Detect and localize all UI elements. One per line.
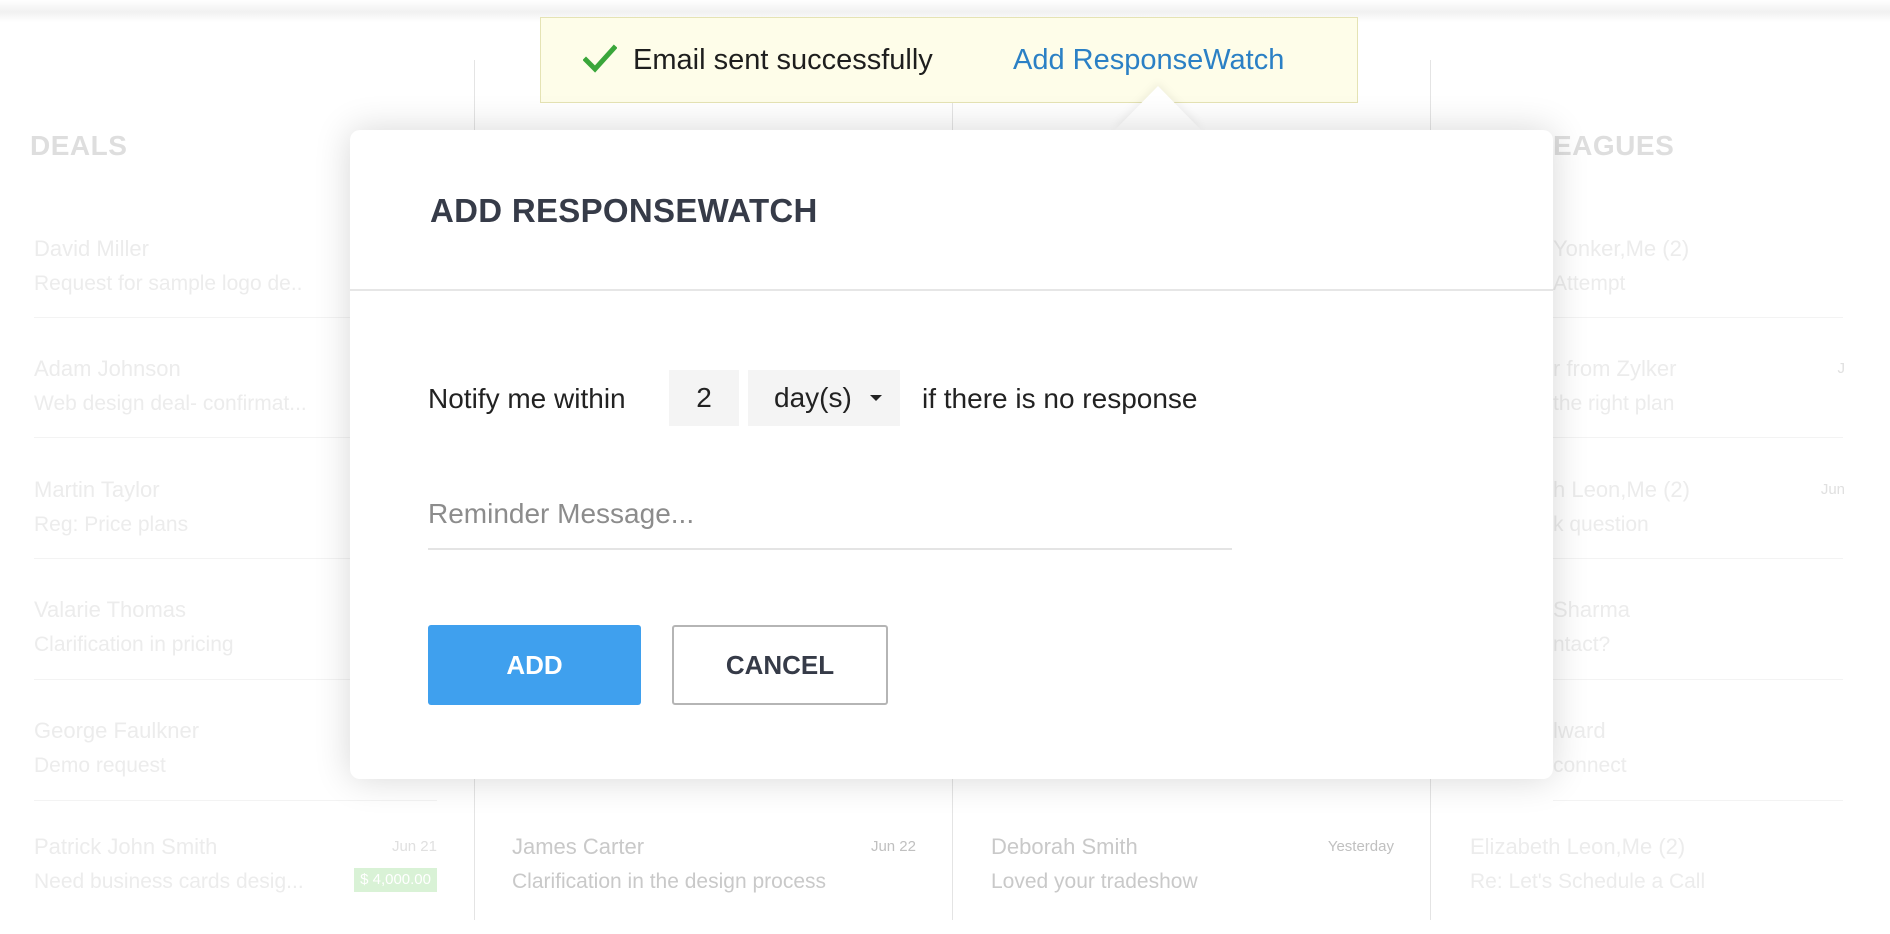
list-item[interactable]: h Leon,Me (2) k question Jun [1553,477,1845,577]
contact-name: h Leon,Me (2) [1553,477,1690,502]
item-subject: Web design deal- confirmat... [34,392,307,415]
popover-arrow [1114,86,1202,131]
item-subject: Reg: Price plans [34,513,189,536]
deal-amount-badge: $ 4,000.00 [354,868,437,892]
notify-prefix-label: Notify me within [428,383,626,414]
notify-suffix-label: if there is no response [922,383,1198,414]
row-separator [1553,800,1843,801]
item-date: Jun 22 [870,838,916,855]
contact-name: Adam Johnson [34,356,181,381]
cancel-button[interactable]: CANCEL [672,625,888,705]
contact-name: Elizabeth Leon,Me (2) [1470,834,1686,859]
contact-name: Sharma [1553,597,1631,622]
item-date: J [1837,360,1846,377]
item-subject: Need business cards desig... [34,870,304,893]
success-banner: Email sent successfully Add ResponseWatc… [540,17,1358,103]
item-subject: ntact? [1553,633,1611,656]
item-subject: connect [1553,754,1627,777]
item-date: Jun [1820,481,1845,498]
contact-name: Valarie Thomas [34,597,187,622]
contact-name: Yonker,Me (2) [1553,236,1690,261]
list-item[interactable]: lward connect [1553,718,1845,818]
item-date: Yesterday [1327,838,1394,855]
add-responsewatch-dialog: ADD RESPONSEWATCH Notify me within 2 day… [350,130,1553,779]
banner-message: Email sent successfully [633,44,933,76]
unit-selected-value: day(s) [774,382,852,413]
add-button[interactable]: ADD [428,625,641,705]
list-item[interactable]: Patrick John Smith Need business cards de… [34,834,437,934]
item-date: Jun 21 [391,838,437,855]
list-item[interactable]: Sharma ntact? [1553,597,1845,697]
item-subject: Clarification in pricing [34,633,234,656]
row-separator [1553,558,1843,559]
row-separator [34,800,437,801]
row-separator [1553,317,1843,318]
contact-name: r from Zylker [1553,356,1677,381]
item-subject: the right plan [1553,392,1675,415]
column-header-deals: DEALS [30,130,128,161]
column-header-colleagues: EAGUES [1553,130,1675,161]
amount-input[interactable]: 2 [669,370,739,426]
item-subject: Attempt [1553,272,1626,295]
reminder-message-input[interactable] [428,480,1232,550]
contact-name: Deborah Smith [991,834,1138,859]
list-item[interactable]: r from Zylker the right plan J [1553,356,1845,456]
contact-name: James Carter [512,834,645,859]
item-subject: Re: Let's Schedule a Call [1470,870,1706,893]
item-subject: Demo request [34,754,166,777]
contact-name: Patrick John Smith [34,834,218,859]
item-subject: Loved your tradeshow [991,870,1198,893]
list-item[interactable]: James Carter Jun 22 Clarification in the… [512,834,916,934]
list-item[interactable]: Deborah Smith Yesterday Loved your trade… [991,834,1394,934]
add-responsewatch-link[interactable]: Add ResponseWatch [1013,44,1284,77]
row-separator [1553,679,1843,680]
list-item[interactable]: Yonker,Me (2) Attempt [1553,236,1845,336]
unit-dropdown[interactable]: day(s) [748,370,900,426]
item-subject: Clarification in the design process [512,870,826,893]
contact-name: Martin Taylor [34,477,160,502]
row-separator [1553,437,1843,438]
item-subject: k question [1553,513,1649,536]
check-icon [583,44,617,73]
caret-down-icon [870,395,882,401]
dialog-divider [350,289,1553,291]
contact-name: lward [1553,718,1606,743]
list-item[interactable]: Elizabeth Leon,Me (2) Re: Let's Schedule … [1470,834,1845,934]
dialog-title: ADD RESPONSEWATCH [430,192,818,229]
contact-name: George Faulkner [34,718,200,743]
item-subject: Request for sample logo de.. [34,272,303,295]
contact-name: David Miller [34,236,149,261]
